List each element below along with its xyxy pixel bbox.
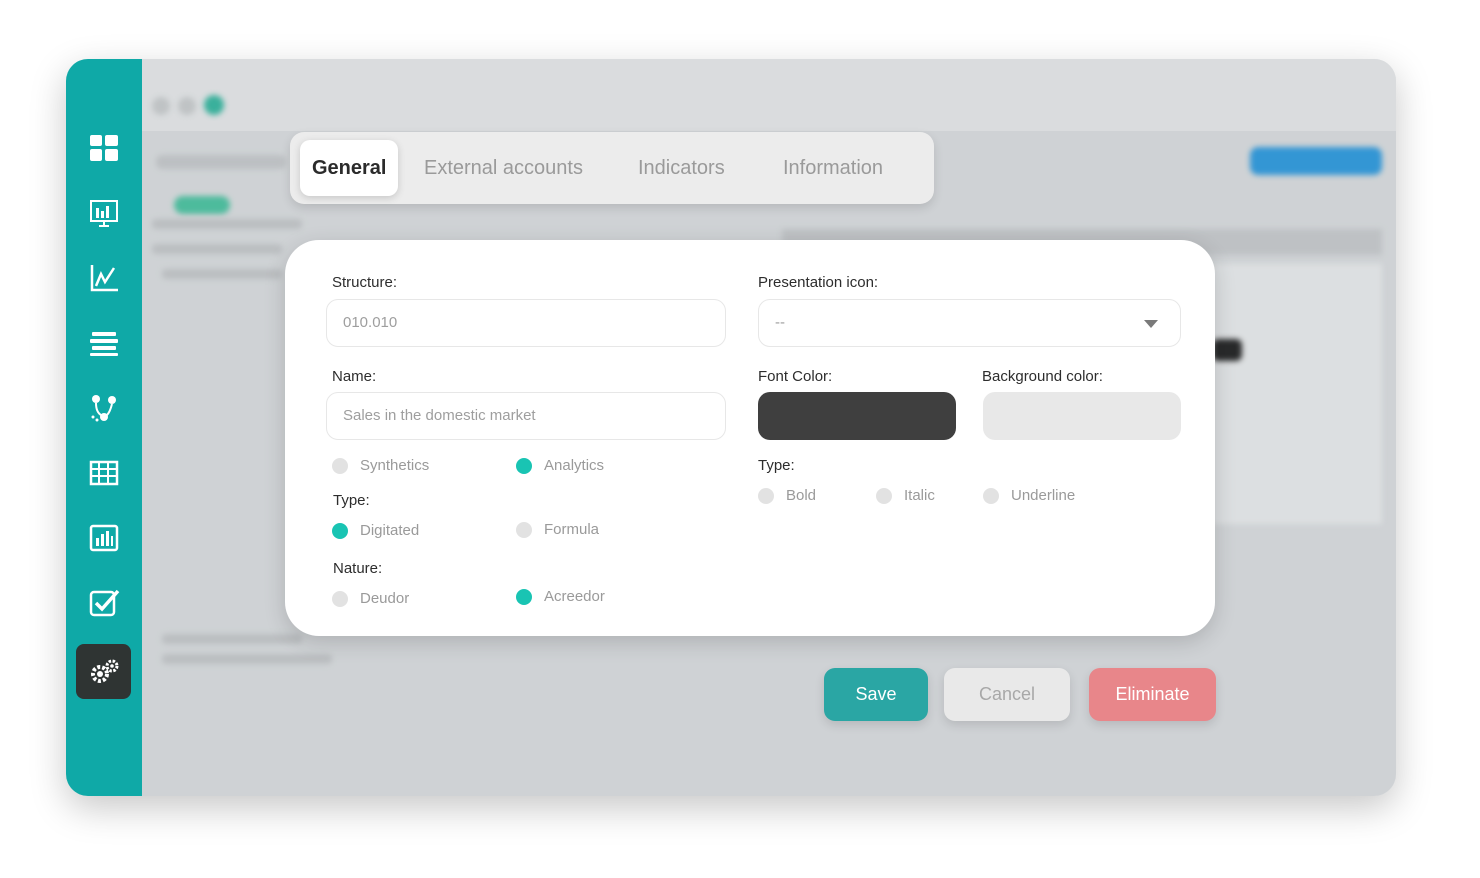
eliminate-button[interactable]: Eliminate: [1089, 668, 1216, 721]
tab-bar: General External accounts Indicators Inf…: [290, 132, 934, 204]
sidebar-item-settings[interactable]: [76, 644, 131, 699]
checkbox-check-icon: [89, 589, 119, 616]
font-color-label: Font Color:: [758, 368, 833, 385]
radio-label: Bold: [786, 487, 817, 504]
name-label: Name:: [332, 368, 377, 385]
radio-label: Analytics: [544, 457, 605, 474]
style-type-label: Type:: [758, 457, 795, 474]
radio-dot: [758, 487, 774, 504]
nature-label: Nature:: [333, 560, 383, 577]
background-color-swatch[interactable]: [983, 392, 1181, 440]
save-button[interactable]: Save: [824, 668, 928, 721]
radio-bold[interactable]: Bold: [758, 487, 816, 504]
presentation-icon-value: --: [775, 314, 785, 331]
tab-indicators[interactable]: Indicators: [638, 140, 725, 196]
sidebar-item-line-chart[interactable]: [76, 250, 131, 305]
chevron-down-icon: [1144, 320, 1158, 328]
radio-analytics[interactable]: Analytics: [516, 457, 604, 474]
sidebar-item-layers[interactable]: [76, 315, 131, 370]
radio-label: Formula: [544, 521, 600, 538]
type-label: Type:: [333, 492, 370, 509]
table-grid-icon: [89, 460, 118, 485]
radio-dot-selected: [332, 522, 348, 539]
radio-formula[interactable]: Formula: [516, 521, 599, 538]
radio-dot-selected: [516, 588, 532, 605]
sidebar-item-flow[interactable]: [76, 380, 131, 435]
presentation-icon-select[interactable]: --: [758, 299, 1181, 347]
name-field[interactable]: Sales in the domestic market: [326, 392, 726, 440]
radio-label: Underline: [1011, 487, 1076, 504]
radio-italic[interactable]: Italic: [876, 487, 935, 504]
radio-synthetics[interactable]: Synthetics: [332, 457, 429, 474]
radio-dot: [983, 487, 999, 504]
tab-external-accounts[interactable]: External accounts: [424, 140, 583, 196]
general-form-panel: Structure: 010.010 Name: Sales in the do…: [285, 240, 1215, 636]
radio-dot: [332, 457, 348, 474]
radio-label: Acreedor: [544, 588, 605, 605]
radio-label: Synthetics: [360, 457, 430, 474]
background-color-label: Background color:: [982, 368, 1103, 385]
presentation-icon-label: Presentation icon:: [758, 274, 879, 291]
sidebar-item-bar-chart[interactable]: [76, 510, 131, 565]
radio-dot: [516, 521, 532, 538]
structure-label: Structure:: [332, 274, 398, 291]
flow-diagram-icon: [91, 394, 116, 421]
radio-label: Italic: [904, 487, 935, 504]
presentation-chart-icon: [89, 199, 118, 227]
radio-dot-selected: [516, 457, 532, 474]
dashboard-icon: [89, 134, 118, 161]
sidebar-item-dashboard[interactable]: [76, 120, 131, 175]
font-color-swatch[interactable]: [758, 392, 956, 440]
radio-dot: [876, 487, 892, 504]
radio-deudor[interactable]: Deudor: [332, 590, 409, 607]
sidebar: [66, 59, 142, 796]
layers-stack-icon: [89, 331, 118, 356]
radio-underline[interactable]: Underline: [983, 487, 1075, 504]
sidebar-item-table[interactable]: [76, 445, 131, 500]
radio-digitated[interactable]: Digitated: [332, 522, 419, 539]
sidebar-item-presentation[interactable]: [76, 185, 131, 240]
tab-information[interactable]: Information: [783, 140, 883, 196]
cancel-button[interactable]: Cancel: [944, 668, 1070, 721]
sidebar-item-tasks[interactable]: [76, 575, 131, 630]
bar-chart-icon: [89, 524, 118, 551]
tab-general[interactable]: General: [300, 140, 399, 196]
radio-dot: [332, 590, 348, 607]
structure-field[interactable]: 010.010: [326, 299, 726, 347]
radio-acreedor[interactable]: Acreedor: [516, 588, 605, 605]
radio-label: Digitated: [360, 522, 420, 539]
line-chart-icon: [90, 264, 118, 291]
settings-gears-icon: [90, 659, 118, 683]
radio-label: Deudor: [360, 590, 410, 607]
